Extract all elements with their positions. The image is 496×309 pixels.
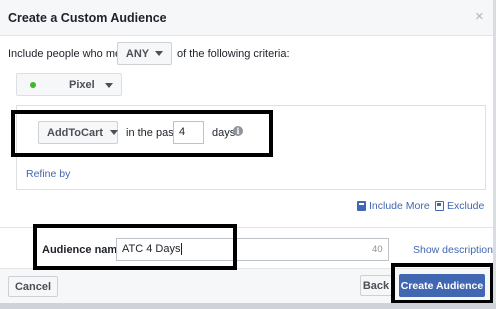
exclude-link[interactable]: Exclude	[435, 200, 484, 212]
caret-down-icon	[155, 51, 164, 56]
caret-down-icon	[105, 83, 113, 88]
criteria-suffix: of the following criteria:	[177, 48, 290, 60]
window-edge-bottom	[0, 303, 496, 309]
pixel-source-dropdown[interactable]: Pixel	[16, 73, 122, 96]
highlight-box-audience-name	[33, 224, 237, 270]
show-description-link[interactable]: Show description	[413, 244, 493, 256]
cancel-button[interactable]: Cancel	[8, 276, 58, 297]
status-dot-icon	[30, 81, 36, 88]
back-button[interactable]: Back	[360, 275, 392, 296]
exclude-label: Exclude	[447, 200, 485, 212]
refine-by-link[interactable]: Refine by	[26, 168, 70, 180]
criteria-prefix: Include people who meet	[8, 48, 131, 60]
include-icon	[357, 201, 366, 211]
close-icon[interactable]: ×	[475, 9, 484, 24]
character-count: 40	[372, 244, 383, 255]
exclude-icon	[435, 201, 444, 211]
pixel-source-label: Pixel	[69, 79, 95, 91]
match-any-value: ANY	[125, 47, 150, 60]
dialog-title: Create a Custom Audience	[8, 11, 167, 25]
match-any-dropdown[interactable]: ANY	[117, 42, 172, 65]
dialog-header: Create a Custom Audience ×	[0, 0, 493, 36]
highlight-box-create-button	[391, 263, 494, 304]
include-more-label: Include More	[369, 200, 430, 212]
include-more-link[interactable]: Include More	[357, 200, 430, 212]
create-custom-audience-dialog: Create a Custom Audience × Include peopl…	[0, 0, 496, 309]
highlight-box-rule	[11, 110, 273, 157]
